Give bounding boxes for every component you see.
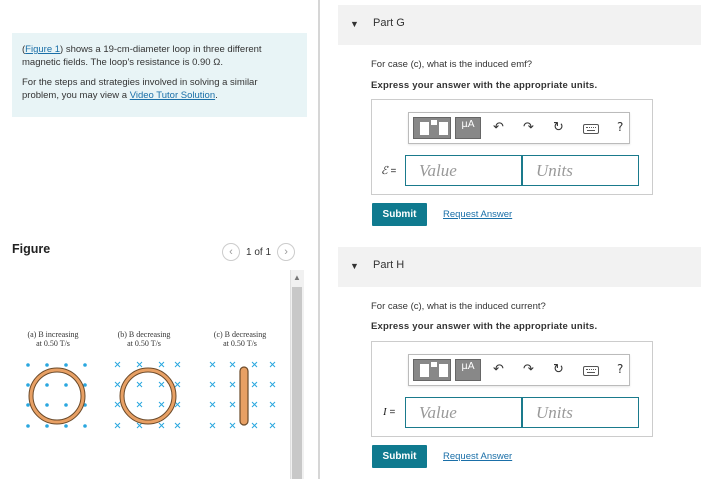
emf-symbol-label: ℰ = [381, 164, 396, 177]
figure-pager: ‹ 1 of 1 › [222, 243, 296, 261]
scroll-up-arrow-icon[interactable]: ▲ [290, 270, 304, 284]
intro-paragraph-1: (Figure 1) shows a 19-cm-diameter loop i… [22, 43, 297, 69]
templates-button[interactable] [413, 117, 451, 139]
reset-icon[interactable]: ↻ [553, 362, 564, 377]
collapse-triangle-icon[interactable]: ▼ [350, 19, 359, 29]
help-icon[interactable]: ? [617, 120, 623, 134]
video-tutor-link[interactable]: Video Tutor Solution [130, 90, 215, 101]
reset-icon[interactable]: ↻ [553, 120, 564, 135]
submit-button[interactable]: Submit [372, 203, 427, 226]
part-h-question: For case (c), what is the induced curren… [371, 301, 546, 312]
equals-sign: = [386, 407, 396, 418]
next-figure-button[interactable]: › [277, 243, 296, 261]
math-toolbar: μA ↶ ↷ ↻ ? [408, 354, 630, 386]
redo-icon[interactable]: ↷ [523, 362, 534, 377]
loop-c-edge-on [239, 366, 249, 426]
left-pane: (Figure 1) shows a 19-cm-diameter loop i… [0, 0, 318, 479]
value-input[interactable]: Value [405, 155, 522, 186]
math-toolbar: μA ↶ ↷ ↻ ? [408, 112, 630, 144]
request-answer-link[interactable]: Request Answer [443, 209, 512, 220]
chevron-left-icon: ‹ [229, 246, 233, 258]
chevron-right-icon: › [284, 246, 288, 258]
magnetic-field-diagram [26, 361, 276, 429]
figure-link[interactable]: Figure 1 [25, 44, 60, 55]
part-g-question: For case (c), what is the induced emf? [371, 59, 533, 70]
figure-image: (a) B increasing at 0.50 T/s (b) B decre… [20, 330, 285, 440]
part-h-header[interactable]: ▼ Part H [338, 247, 701, 287]
part-g-title: Part G [373, 17, 405, 29]
intro-text: . [215, 90, 218, 101]
problem-intro: (Figure 1) shows a 19-cm-diameter loop i… [12, 33, 307, 117]
part-g-header[interactable]: ▼ Part G [338, 5, 701, 45]
part-g-answer-box: μA ↶ ↷ ↻ ? ℰ = Value Units [371, 99, 653, 195]
pager-text: 1 of 1 [246, 246, 272, 258]
units-input[interactable]: Units [522, 155, 639, 186]
figure-title: Figure [12, 242, 51, 256]
keyboard-icon[interactable] [583, 124, 599, 134]
keyboard-icon[interactable] [583, 366, 599, 376]
request-answer-link[interactable]: Request Answer [443, 451, 512, 462]
equals-sign: = [387, 166, 397, 177]
collapse-triangle-icon[interactable]: ▼ [350, 261, 359, 271]
part-h-title: Part H [373, 259, 405, 271]
units-input[interactable]: Units [522, 397, 639, 428]
part-h-instruction: Express your answer with the appropriate… [371, 321, 598, 332]
units-button[interactable]: μA [455, 117, 481, 139]
symbol: ℰ [381, 165, 388, 177]
field-dots-out-of-page [26, 363, 87, 428]
undo-icon[interactable]: ↶ [493, 362, 504, 377]
loop-a-fill [29, 368, 85, 424]
loop-b-fill [120, 368, 176, 424]
templates-button[interactable] [413, 359, 451, 381]
part-g-instruction: Express your answer with the appropriate… [371, 80, 598, 91]
pane-divider[interactable] [318, 0, 320, 479]
undo-icon[interactable]: ↶ [493, 120, 504, 135]
submit-button[interactable]: Submit [372, 445, 427, 468]
scrollbar-thumb[interactable] [292, 287, 302, 479]
value-input[interactable]: Value [405, 397, 522, 428]
intro-paragraph-2: For the steps and strategies involved in… [22, 76, 297, 102]
redo-icon[interactable]: ↷ [523, 120, 534, 135]
units-button[interactable]: μA [455, 359, 481, 381]
help-icon[interactable]: ? [617, 362, 623, 376]
part-h-answer-box: μA ↶ ↷ ↻ ? I = Value Units [371, 341, 653, 437]
current-symbol-label: I = [383, 406, 395, 418]
prev-figure-button[interactable]: ‹ [222, 243, 240, 261]
